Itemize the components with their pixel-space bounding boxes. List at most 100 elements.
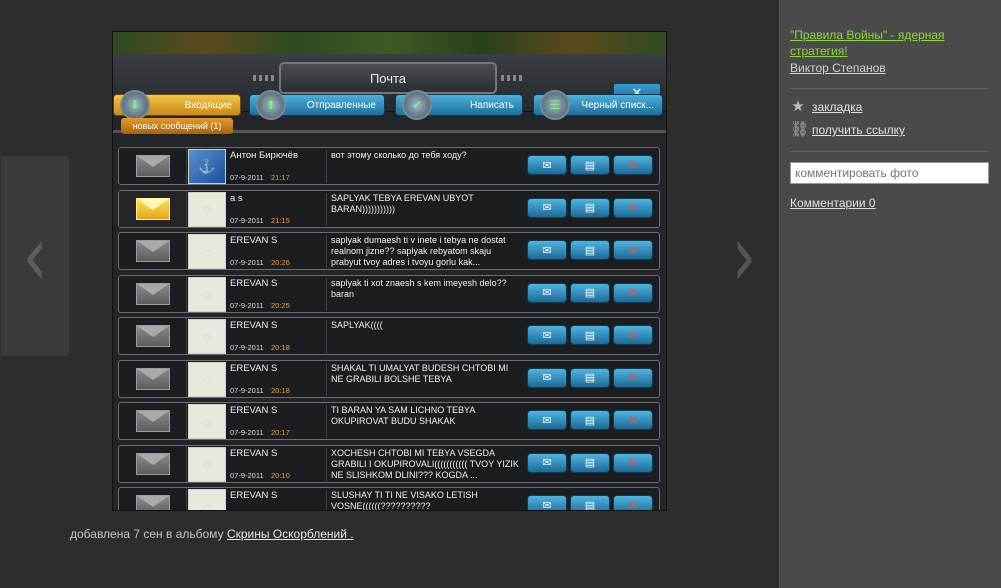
message-row[interactable]: ◌ EREVAN S 07-9-2011 20:10 XOCHESH CHTOBI MI…: [118, 444, 660, 483]
bookmark-button[interactable]: ★ закладка: [790, 99, 862, 115]
album-link[interactable]: Скрины Оскорблений .: [227, 527, 354, 541]
message-date: 07-9-2011: [230, 258, 264, 267]
mail-title: Почта: [253, 62, 523, 94]
message-text: XOCHESH CHTOBI MI TEBYA VSEGDA GRABILI I…: [326, 447, 522, 481]
game-banner: [113, 32, 666, 54]
app-title-link[interactable]: "Правила Войны" - ядерная стратегия!: [790, 27, 986, 59]
message-date: 07-9-2011: [230, 385, 264, 395]
author-link[interactable]: Виктор Степанов: [790, 61, 886, 75]
reply-icon: ✉: [527, 197, 567, 218]
avatar: ◌: [188, 446, 226, 482]
message-sender: a s: [230, 192, 243, 204]
message-sender: EREVAN S: [230, 320, 278, 331]
reply-icon: ✉: [527, 325, 567, 345]
message-actions: ✉ ▤ ✕: [527, 282, 653, 303]
envelope-icon: [119, 148, 187, 184]
reply-icon: ✉: [527, 282, 567, 303]
reply-icon: ✉: [527, 410, 567, 430]
avatar: ◌: [188, 276, 226, 312]
message-actions: ✉ ▤ ✕: [527, 240, 653, 260]
caption-text: добавлена 7 сен в альбому: [70, 527, 224, 541]
avatar: ◌: [188, 319, 226, 354]
inbox-icon: ⬇: [120, 90, 150, 120]
reply-icon: ✉: [527, 367, 567, 388]
chevron-right-icon: ›: [731, 204, 757, 307]
message-actions: ✉ ▤ ✕: [527, 410, 653, 430]
envelope-icon: [119, 190, 187, 227]
trash-icon: ▤: [570, 452, 610, 473]
message-row[interactable]: ◌ EREVAN S SLUSHAY TI TI NE VISAKO LETISH …: [118, 487, 660, 510]
message-row[interactable]: ◌ EREVAN S 07-9-2011 20:25 saplyak ti xot zn…: [118, 274, 660, 313]
message-time: 21:17: [271, 173, 290, 182]
delete-icon: ✕: [613, 410, 653, 430]
message-sender: EREVAN S: [230, 490, 278, 501]
trash-icon: ▤: [570, 495, 610, 510]
avatar: ◌: [188, 361, 226, 397]
avatar: ◌: [188, 191, 226, 227]
get-link-button[interactable]: ⛓ получить ссылку: [790, 122, 905, 138]
envelope-icon: [119, 445, 187, 482]
next-photo-button[interactable]: ›: [710, 156, 778, 356]
message-row[interactable]: ◌ a s 07-9-2011 21:15 SAPLYAK TEBYA EREVAN U…: [118, 189, 660, 228]
message-text: SAPLYAK TEBYA EREVAN UBYOT BARAN))))))))…: [326, 192, 522, 226]
tab-label: Черный списк...: [581, 99, 654, 111]
message-sender: EREVAN S: [230, 362, 278, 374]
tab-label: Входящие: [184, 99, 232, 111]
message-time: 20:17: [271, 428, 290, 437]
reply-icon: ✉: [527, 452, 567, 473]
reply-icon: ✉: [527, 495, 567, 510]
message-time: 20:26: [271, 258, 290, 267]
avatar: ◌: [188, 234, 226, 269]
delete-icon: ✕: [613, 325, 653, 345]
photo-caption: добавлена 7 сен в альбому Скрины Оскорбл…: [70, 527, 354, 541]
comments-link[interactable]: Комментарии 0: [790, 196, 876, 210]
envelope-icon: [119, 233, 187, 269]
message-date: 07-9-2011: [230, 173, 264, 182]
get-link-label: получить ссылку: [812, 123, 905, 137]
avatar: ⚓: [188, 149, 226, 184]
delete-icon: ✕: [613, 495, 653, 510]
message-row[interactable]: ◌ EREVAN S 07-9-2011 20:18 SAPLYAK((((✉ ▤ ✕: [118, 317, 660, 355]
blacklist-icon: ☰: [540, 90, 570, 120]
message-sender: EREVAN S: [230, 447, 278, 459]
tab-inbox: ⬇ Входящие: [113, 90, 241, 120]
trash-icon: ▤: [570, 282, 610, 303]
message-text: SAPLYAK((((: [326, 320, 522, 353]
message-time: 20:18: [271, 385, 290, 395]
message-sender: EREVAN S: [230, 405, 278, 416]
message-text: TI BARAN YA SAM LICHNO TEBYA OKUPIROVAT …: [326, 405, 522, 438]
trash-icon: ▤: [570, 155, 610, 175]
reply-icon: ✉: [527, 155, 567, 175]
sent-icon: ⬆: [256, 90, 286, 120]
envelope-icon: [119, 488, 187, 510]
delete-icon: ✕: [613, 155, 653, 175]
tab-blacklist: ☰ Черный списк...: [533, 90, 663, 120]
avatar: ◌: [188, 489, 226, 510]
reply-icon: ✉: [527, 240, 567, 260]
divider: [790, 88, 988, 89]
message-row[interactable]: ◌ EREVAN S 07-9-2011 20:18 SHAKAL TI UMALYAT…: [118, 359, 660, 398]
tab-compose: ✔ Написать: [395, 90, 523, 120]
envelope-icon: [119, 403, 187, 439]
message-date: 07-9-2011: [230, 428, 264, 437]
tab-sent: ⬆ Отправленные: [249, 90, 385, 120]
compose-icon: ✔: [402, 90, 432, 120]
comment-input[interactable]: [790, 162, 989, 184]
screenshot-photo[interactable]: Почта ✕ ⬇ Входящие ⬆ Отправленные ✔ Напи…: [112, 31, 667, 511]
message-row[interactable]: ◌ EREVAN S 07-9-2011 20:26 saplyak dumaesh t…: [118, 232, 660, 270]
envelope-icon: [119, 318, 187, 354]
message-text: saplyak dumaesh ti v inete i tebya ne do…: [326, 235, 522, 268]
previous-photo-button[interactable]: ‹: [1, 156, 69, 356]
message-row[interactable]: ⚓ Антон Бирючёв 07-9-2011 21:17 вот этому ск…: [118, 147, 660, 185]
envelope-icon: [119, 360, 187, 397]
message-date: 07-9-2011: [230, 343, 264, 352]
new-messages-badge: новых сообщений (1): [121, 118, 233, 134]
trash-icon: ▤: [570, 325, 610, 345]
message-text: saplyak ti xot znaesh s kem imeyesh delo…: [326, 277, 522, 311]
message-row[interactable]: ◌ EREVAN S 07-9-2011 20:17 TI BARAN YA SAM L…: [118, 402, 660, 440]
message-list: ⚓ Антон Бирючёв 07-9-2011 21:17 вот этому ск…: [118, 147, 660, 510]
delete-icon: ✕: [613, 367, 653, 388]
message-date: 07-9-2011: [230, 300, 264, 310]
avatar: ◌: [188, 404, 226, 439]
photo-viewer: ‹ › Почта ✕ ⬇ Входящие ⬆ Отправленные ✔ …: [0, 0, 779, 588]
